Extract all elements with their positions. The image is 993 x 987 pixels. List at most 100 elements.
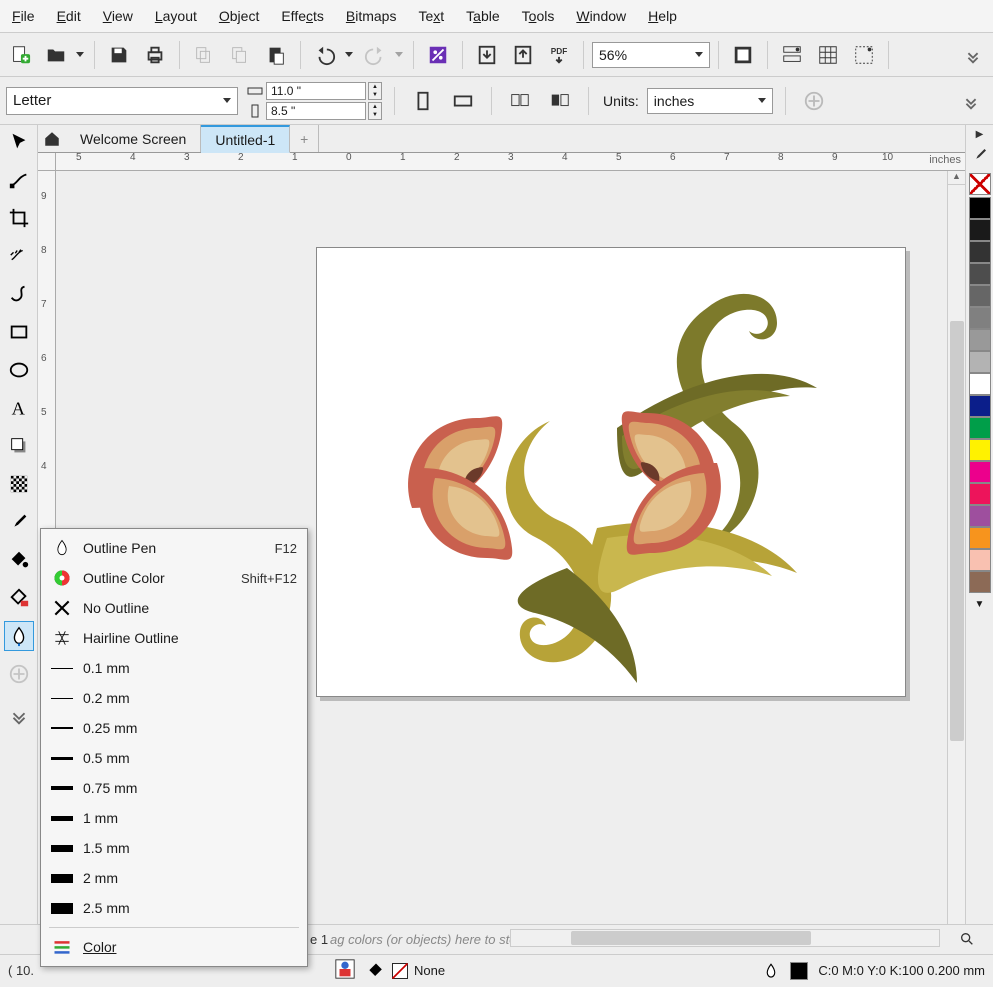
- show-rulers-button[interactable]: [776, 39, 808, 71]
- shape-tool[interactable]: [4, 165, 34, 195]
- open-dropdown[interactable]: [76, 52, 86, 57]
- navigator-button[interactable]: [959, 931, 975, 950]
- flyout-outline-color[interactable]: Outline Color Shift+F12: [41, 563, 307, 593]
- flyout-color[interactable]: Color: [41, 932, 307, 962]
- menu-text[interactable]: Text: [418, 8, 444, 24]
- crop-tool[interactable]: [4, 203, 34, 233]
- flyout-outline-pen[interactable]: Outline Pen F12: [41, 533, 307, 563]
- publish-pdf-button[interactable]: PDF: [543, 39, 575, 71]
- menu-bitmaps[interactable]: Bitmaps: [346, 8, 397, 24]
- menu-effects[interactable]: Effects: [281, 8, 324, 24]
- swatch-none[interactable]: [969, 173, 991, 195]
- transparency-tool[interactable]: [4, 469, 34, 499]
- orientation-portrait-button[interactable]: [407, 85, 439, 117]
- full-screen-button[interactable]: [727, 39, 759, 71]
- menu-table[interactable]: Table: [466, 8, 499, 24]
- flyout-hairline[interactable]: Hairline Outline: [41, 623, 307, 653]
- eyedropper-icon[interactable]: [971, 146, 989, 167]
- swatch-0[interactable]: [969, 197, 991, 219]
- swatch-3[interactable]: [969, 263, 991, 285]
- tab-document[interactable]: Untitled-1: [201, 125, 290, 153]
- swatch-1[interactable]: [969, 219, 991, 241]
- ellipse-tool[interactable]: [4, 355, 34, 385]
- fill-swatch-icon[interactable]: [334, 958, 356, 983]
- width-spinner[interactable]: ▲▼: [368, 82, 382, 100]
- flyout-width-0-5[interactable]: 0.5 mm: [41, 743, 307, 773]
- undo-button[interactable]: [309, 39, 341, 71]
- cut-button[interactable]: [188, 39, 220, 71]
- menu-object[interactable]: Object: [219, 8, 259, 24]
- save-button[interactable]: [103, 39, 135, 71]
- search-content-button[interactable]: [422, 39, 454, 71]
- height-spinner[interactable]: ▲▼: [368, 102, 382, 120]
- export-button[interactable]: [507, 39, 539, 71]
- outline-pen-tool[interactable]: [4, 621, 34, 651]
- swatch-7[interactable]: [969, 351, 991, 373]
- menu-edit[interactable]: Edit: [57, 8, 81, 24]
- smart-fill-tool[interactable]: [4, 583, 34, 613]
- flyout-width-1-5[interactable]: 1.5 mm: [41, 833, 307, 863]
- swatch-17[interactable]: [969, 571, 991, 593]
- menu-tools[interactable]: Tools: [522, 8, 555, 24]
- flyout-width-0-75[interactable]: 0.75 mm: [41, 773, 307, 803]
- eyedropper-tool[interactable]: [4, 507, 34, 537]
- swatch-10[interactable]: [969, 417, 991, 439]
- copy-button[interactable]: [224, 39, 256, 71]
- swatch-9[interactable]: [969, 395, 991, 417]
- toolbar-overflow[interactable]: [957, 39, 989, 71]
- drop-shadow-tool[interactable]: [4, 431, 34, 461]
- swatch-16[interactable]: [969, 549, 991, 571]
- add-tool-button[interactable]: [4, 659, 34, 689]
- horizontal-ruler[interactable]: 5 4 3 2 1 0 1 2 3 4 5 6 7 8 9 10 inches: [56, 153, 965, 171]
- flyout-no-outline[interactable]: No Outline: [41, 593, 307, 623]
- rectangle-tool[interactable]: [4, 317, 34, 347]
- zoom-tool[interactable]: [4, 241, 34, 271]
- outline-color-swatch[interactable]: [790, 962, 808, 980]
- undo-dropdown[interactable]: [345, 52, 355, 57]
- flyout-width-0-2[interactable]: 0.2 mm: [41, 683, 307, 713]
- page-width-input[interactable]: 11.0 ": [266, 82, 366, 100]
- current-page-button[interactable]: [544, 85, 576, 117]
- flyout-width-0-1[interactable]: 0.1 mm: [41, 653, 307, 683]
- redo-dropdown[interactable]: [395, 52, 405, 57]
- swatch-14[interactable]: [969, 505, 991, 527]
- vertical-scrollbar[interactable]: ▲: [947, 171, 965, 924]
- print-button[interactable]: [139, 39, 171, 71]
- swatch-4[interactable]: [969, 285, 991, 307]
- fill-indicator[interactable]: None: [366, 961, 445, 981]
- open-button[interactable]: [40, 39, 72, 71]
- new-button[interactable]: [4, 39, 36, 71]
- pick-tool[interactable]: [4, 127, 34, 157]
- orientation-landscape-button[interactable]: [447, 85, 479, 117]
- swatch-11[interactable]: [969, 439, 991, 461]
- menu-view[interactable]: View: [103, 8, 133, 24]
- flyout-width-1[interactable]: 1 mm: [41, 803, 307, 833]
- page-size-preset[interactable]: Letter: [6, 87, 238, 115]
- flyout-width-2-5[interactable]: 2.5 mm: [41, 893, 307, 923]
- swatch-15[interactable]: [969, 527, 991, 549]
- paste-button[interactable]: [260, 39, 292, 71]
- swatch-6[interactable]: [969, 329, 991, 351]
- new-tab-button[interactable]: +: [290, 125, 319, 152]
- palette-flyout-arrow[interactable]: ▶: [976, 129, 984, 140]
- all-pages-button[interactable]: [504, 85, 536, 117]
- show-guidelines-button[interactable]: [848, 39, 880, 71]
- freehand-tool[interactable]: [4, 279, 34, 309]
- swatch-13[interactable]: [969, 483, 991, 505]
- propbar-overflow[interactable]: [955, 85, 987, 117]
- toolbox-overflow[interactable]: [4, 701, 34, 731]
- text-tool[interactable]: A: [4, 393, 34, 423]
- flyout-width-2[interactable]: 2 mm: [41, 863, 307, 893]
- tab-welcome[interactable]: Welcome Screen: [66, 125, 201, 152]
- nudge-settings-button[interactable]: [798, 85, 830, 117]
- swatch-5[interactable]: [969, 307, 991, 329]
- swatch-12[interactable]: [969, 461, 991, 483]
- menu-help[interactable]: Help: [648, 8, 677, 24]
- palette-scroll-down[interactable]: ▼: [975, 599, 985, 610]
- flyout-width-0-25[interactable]: 0.25 mm: [41, 713, 307, 743]
- menu-file[interactable]: File: [12, 8, 35, 24]
- page-height-input[interactable]: 8.5 ": [266, 102, 366, 120]
- home-tab-icon[interactable]: [38, 125, 66, 152]
- show-grid-button[interactable]: [812, 39, 844, 71]
- units-select[interactable]: inches: [647, 88, 773, 114]
